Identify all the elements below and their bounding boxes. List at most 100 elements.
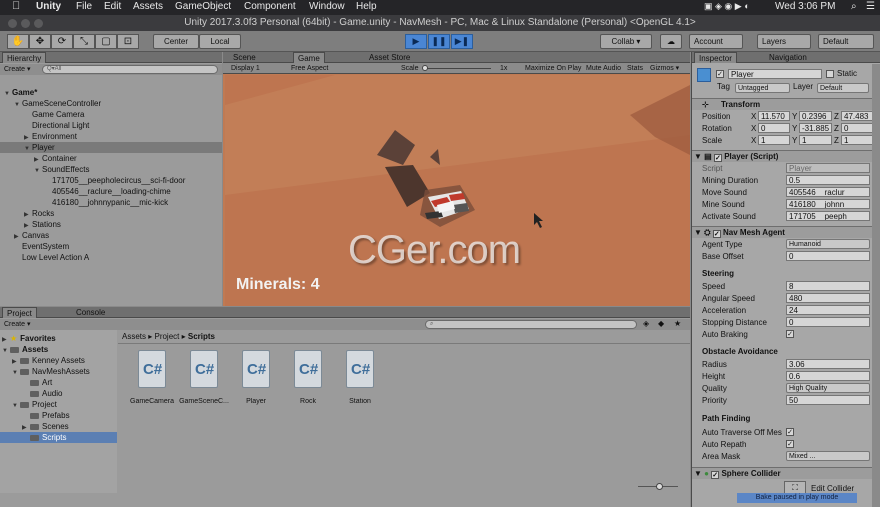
hierarchy-item[interactable]: ▼ Game*: [0, 87, 222, 98]
icon-size-thumb[interactable]: [656, 483, 663, 490]
project-folder[interactable]: ▶ Kenney Assets: [0, 355, 117, 366]
height-field[interactable]: 0.6: [786, 371, 870, 381]
scale-tool-icon[interactable]: ⤡: [73, 34, 95, 49]
minimize-window-icon[interactable]: [21, 19, 30, 28]
move-tool-icon[interactable]: ✥: [29, 34, 51, 49]
auto-braking-checkbox[interactable]: ✓: [786, 330, 794, 338]
position-y-field[interactable]: 0.2396: [799, 111, 832, 121]
hierarchy-item[interactable]: Game Camera: [0, 109, 222, 120]
auto-repath-checkbox[interactable]: ✓: [786, 440, 794, 448]
speed-field[interactable]: 8: [786, 281, 870, 291]
tag-dropdown[interactable]: Untagged: [735, 83, 790, 93]
project-folder[interactable]: Prefabs: [0, 410, 117, 421]
position-x-field[interactable]: 11.570: [758, 111, 790, 121]
stats-button[interactable]: Stats: [627, 63, 643, 74]
layout-dropdown[interactable]: Default: [818, 34, 874, 49]
tab-project[interactable]: Project: [2, 307, 37, 318]
step-button[interactable]: ▶❚: [451, 34, 473, 49]
auto-traverse-checkbox[interactable]: ✓: [786, 428, 794, 436]
angular-speed-field[interactable]: 480: [786, 293, 870, 303]
menu-file[interactable]: File: [76, 1, 92, 12]
player-script-checkbox[interactable]: ✓: [713, 154, 722, 162]
inspector-scrollbar[interactable]: [872, 64, 880, 507]
hierarchy-item[interactable]: 416180__johnnypanic__mic-kick: [0, 197, 222, 208]
menu-assets[interactable]: Assets: [133, 1, 163, 12]
menu-component[interactable]: Component: [244, 1, 296, 12]
menu-help[interactable]: Help: [356, 1, 377, 12]
maximize-on-play-button[interactable]: Maximize On Play: [525, 63, 581, 74]
account-dropdown[interactable]: Account: [689, 34, 743, 49]
hierarchy-search-input[interactable]: Q▾All: [42, 65, 218, 74]
tab-inspector[interactable]: Inspector: [694, 52, 737, 63]
area-mask-dropdown[interactable]: Mixed ...: [786, 451, 870, 461]
acceleration-field[interactable]: 24: [786, 305, 870, 315]
script-asset[interactable]: C# Player: [226, 350, 286, 405]
rotate-tool-icon[interactable]: ⟳: [51, 34, 73, 49]
agent-type-dropdown[interactable]: Humanoid: [786, 239, 870, 249]
breadcrumb-assets[interactable]: Assets: [122, 332, 146, 341]
script-asset[interactable]: C# GameCamera: [122, 350, 182, 405]
hierarchy-item[interactable]: 405546__raclure__loading-chime: [0, 186, 222, 197]
hierarchy-item[interactable]: Low Level Action A: [0, 252, 222, 263]
tab-hierarchy[interactable]: Hierarchy: [2, 52, 47, 63]
position-z-field[interactable]: 47.483: [841, 111, 873, 121]
close-window-icon[interactable]: [8, 19, 17, 28]
aspect-dropdown[interactable]: Free Aspect: [291, 63, 328, 74]
tab-asset-store[interactable]: Asset Store: [365, 52, 414, 63]
hierarchy-item[interactable]: EventSystem: [0, 241, 222, 252]
priority-field[interactable]: 50: [786, 395, 870, 405]
notification-icon[interactable]: ☰: [866, 1, 875, 12]
favorite-star-icon[interactable]: ★: [674, 319, 681, 328]
foldout-arrow-icon[interactable]: ▼: [694, 228, 702, 237]
foldout-arrow-icon[interactable]: ▼: [694, 152, 702, 161]
static-checkbox[interactable]: [826, 70, 834, 78]
menu-app-unity[interactable]: Unity: [36, 1, 61, 12]
project-folder[interactable]: ▼ NavMeshAssets: [0, 366, 117, 377]
project-folder[interactable]: Scripts: [0, 432, 117, 443]
tab-game[interactable]: Game: [293, 52, 325, 63]
scale-slider-thumb[interactable]: [422, 65, 428, 71]
filter-type-icon[interactable]: ◈: [643, 319, 649, 328]
scale-slider[interactable]: [423, 68, 491, 69]
object-name-field[interactable]: Player: [728, 69, 822, 79]
project-create-button[interactable]: Create ▾: [4, 320, 30, 328]
play-button[interactable]: ▶: [405, 34, 427, 49]
sphere-collider-checkbox[interactable]: ✓: [711, 471, 720, 479]
radius-field[interactable]: 3.06: [786, 359, 870, 369]
player-script-header[interactable]: ▼ ▤ ✓ Player (Script): [692, 150, 880, 162]
apple-icon[interactable]: : [12, 0, 20, 12]
transform-header[interactable]: ⊹ Transform: [692, 98, 880, 110]
rotation-y-field[interactable]: -31.885: [799, 123, 832, 133]
hierarchy-create-button[interactable]: Create ▾: [4, 65, 30, 73]
gizmos-dropdown[interactable]: Gizmos ▾: [650, 63, 679, 74]
rect-tool-icon[interactable]: ▢: [95, 34, 117, 49]
mute-audio-button[interactable]: Mute Audio: [586, 63, 621, 74]
stopping-distance-field[interactable]: 0: [786, 317, 870, 327]
script-asset[interactable]: C# Station: [330, 350, 390, 405]
hierarchy-item[interactable]: Directional Light: [0, 120, 222, 131]
base-offset-field[interactable]: 0: [786, 251, 870, 261]
move-sound-field[interactable]: 405546__raclur: [786, 187, 870, 197]
hand-tool-icon[interactable]: ✋: [7, 34, 29, 49]
project-search-input[interactable]: ⌕: [425, 320, 637, 329]
sphere-collider-header[interactable]: ▼ ● ✓ Sphere Collider: [692, 467, 880, 479]
transform-tool-icon[interactable]: ⊡: [117, 34, 139, 49]
layers-dropdown[interactable]: Layers: [757, 34, 811, 49]
hierarchy-item[interactable]: ▼ Player: [0, 142, 222, 153]
hierarchy-item[interactable]: ▼ GameSceneController: [0, 98, 222, 109]
scale-z-field[interactable]: 1: [841, 135, 873, 145]
menu-edit[interactable]: Edit: [104, 1, 121, 12]
hierarchy-item[interactable]: ▼ SoundEffects: [0, 164, 222, 175]
project-folder[interactable]: Audio: [0, 388, 117, 399]
collab-button[interactable]: Collab ▾: [600, 34, 652, 49]
scale-y-field[interactable]: 1: [799, 135, 832, 145]
foldout-arrow-icon[interactable]: ▼: [694, 469, 702, 478]
object-active-checkbox[interactable]: ✓: [716, 70, 724, 78]
hierarchy-item[interactable]: ▶ Container: [0, 153, 222, 164]
activate-sound-field[interactable]: 171705__peeph: [786, 211, 870, 221]
tab-navigation[interactable]: Navigation: [765, 52, 811, 63]
rotation-z-field[interactable]: 0: [841, 123, 873, 133]
scale-x-field[interactable]: 1: [758, 135, 790, 145]
pivot-center-button[interactable]: Center: [153, 34, 199, 49]
menu-window[interactable]: Window: [309, 1, 345, 12]
